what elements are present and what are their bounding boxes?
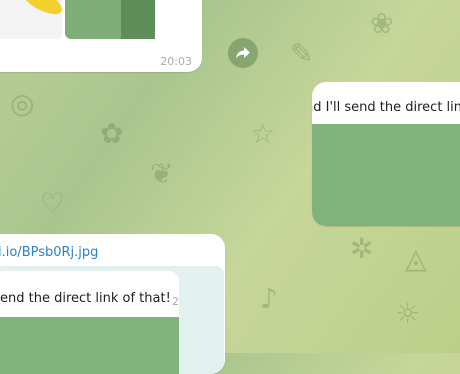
photo-thumbnail[interactable] [65, 0, 155, 39]
heart-doodle-icon: ♡ [40, 187, 66, 220]
message-image[interactable] [312, 124, 460, 226]
banana-image [18, 0, 66, 20]
duck-doodle-icon: ✿ [100, 117, 124, 150]
message-text: nd I'll send the direct link [312, 100, 460, 115]
share-button[interactable] [228, 38, 258, 68]
ball-doodle-icon: ◎ [10, 87, 35, 120]
music-doodle-icon: ♪ [260, 282, 278, 315]
star-doodle-icon: ☆ [250, 117, 276, 150]
message-link[interactable]: i.io/BPsb0Rj.jpg [0, 245, 98, 260]
jellyfish-doodle-icon: ✲ [350, 232, 374, 265]
message-bubble-right[interactable]: nd I'll send the direct link [312, 82, 460, 226]
message-bubble-photos[interactable]: 20:03 [0, 0, 202, 72]
message-bubble-link[interactable]: i.io/BPsb0Rj.jpg end the direct link of … [0, 234, 225, 374]
photo-thumbnail-shade [121, 0, 155, 39]
apple-doodle-icon: ❀ [370, 7, 394, 40]
preview-message-text: end the direct link of that! [0, 291, 171, 306]
share-forward-icon [236, 47, 250, 59]
bulb-doodle-icon: ☼ [395, 297, 421, 330]
link-preview[interactable]: end the direct link of that! 2 [0, 266, 224, 374]
preview-timestamp: 2 [172, 295, 179, 308]
pizza-doodle-icon: ◬ [405, 242, 427, 275]
message-timestamp: 20:03 [160, 55, 192, 68]
preview-message-bubble: end the direct link of that! [0, 271, 179, 374]
photo-thumbnail[interactable] [0, 0, 66, 39]
leaf-doodle-icon: ❦ [150, 157, 174, 190]
preview-image [0, 317, 179, 374]
pencil-doodle-icon: ✎ [290, 37, 314, 70]
